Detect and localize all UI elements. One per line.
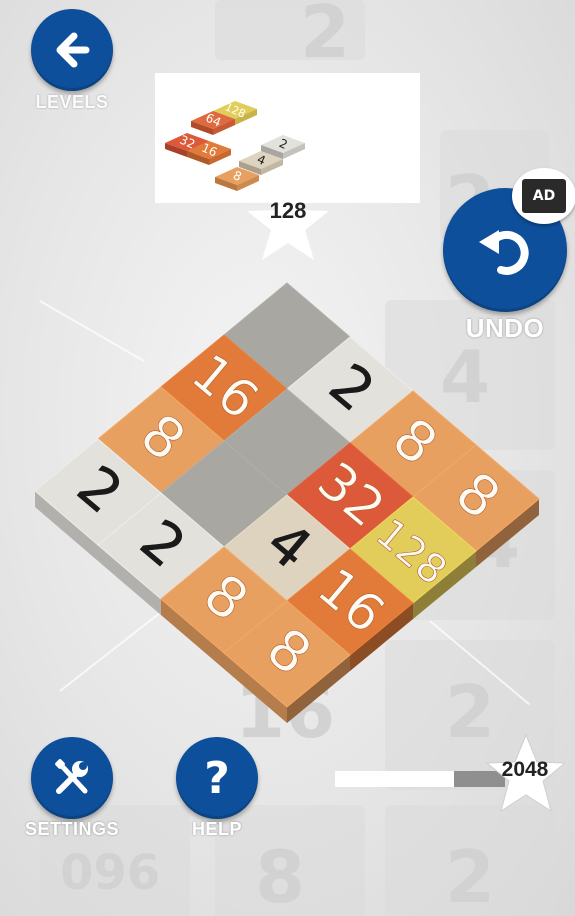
- bg-number: 2: [300, 0, 351, 74]
- bg-number: 8: [255, 835, 306, 916]
- settings-button[interactable]: [31, 737, 113, 819]
- settings-label: SETTINGS: [24, 819, 119, 839]
- arrow-left-icon: [56, 32, 90, 68]
- levels-label: LEVELS: [35, 92, 109, 112]
- film-icon: AD: [522, 179, 566, 213]
- light-ray: [59, 591, 187, 692]
- bg-number: 4: [470, 500, 521, 584]
- ad-badge[interactable]: AD: [512, 168, 575, 224]
- light-ray: [39, 300, 145, 362]
- ad-label: AD: [532, 188, 556, 204]
- bg-number: 16: [235, 670, 336, 754]
- bg-number: 2: [445, 835, 496, 916]
- help-label: HELP: [191, 819, 242, 839]
- help-button[interactable]: ?: [176, 737, 258, 819]
- question-mark-icon: ?: [204, 752, 230, 804]
- undo-label: UNDO: [465, 313, 545, 343]
- target-value: 2048: [501, 758, 549, 781]
- progress-bar: [335, 771, 505, 787]
- wrench-screwdriver-icon: [55, 759, 88, 794]
- progress-fill: [335, 771, 454, 787]
- bg-number: 4: [440, 335, 491, 419]
- goal-value: 128: [269, 198, 307, 223]
- undo-icon: [479, 230, 529, 275]
- levels-button[interactable]: [31, 9, 113, 91]
- bg-number: 096: [60, 845, 161, 901]
